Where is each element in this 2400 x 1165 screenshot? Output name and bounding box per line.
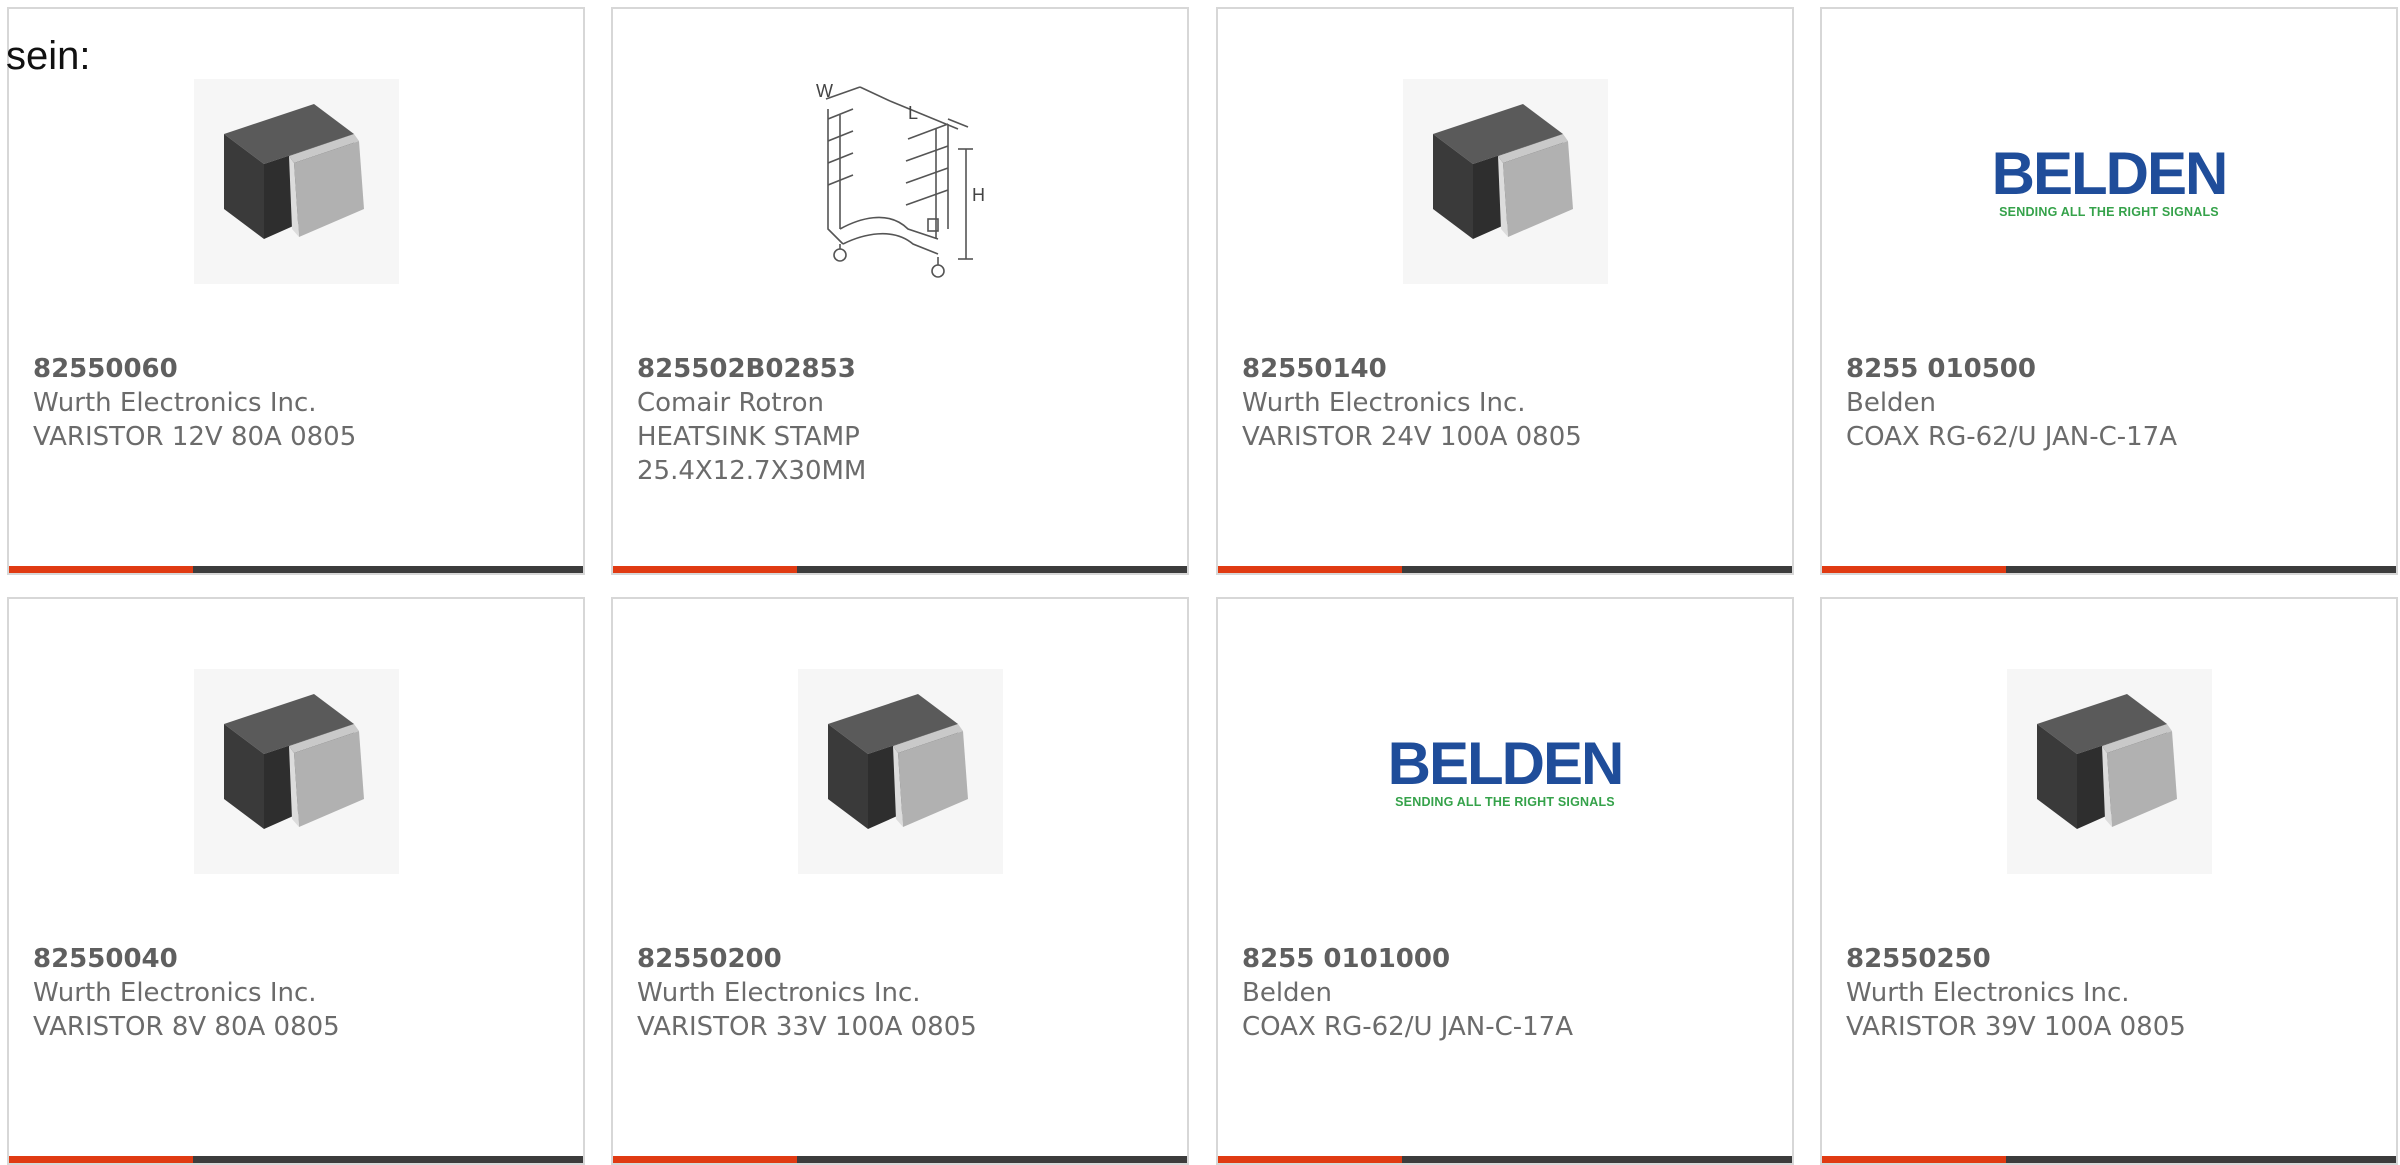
heatsink-label-w: W — [816, 81, 833, 101]
product-card[interactable]: 82550140 Wurth Electronics Inc. VARISTOR… — [1216, 7, 1794, 575]
progress-bar — [613, 1156, 1187, 1163]
product-card[interactable]: 82550040 Wurth Electronics Inc. VARISTOR… — [7, 597, 585, 1165]
description: VARISTOR 8V 80A 0805 — [33, 1012, 340, 1042]
product-image: BELDEN SENDING ALL THE RIGHT SIGNALS — [1822, 79, 2396, 284]
product-card[interactable]: 82550250 Wurth Electronics Inc. VARISTOR… — [1820, 597, 2398, 1165]
progress-fill — [1822, 1156, 2006, 1163]
progress-bar — [1822, 566, 2396, 573]
progress-fill — [9, 566, 193, 573]
product-card[interactable]: 82550200 Wurth Electronics Inc. VARISTOR… — [611, 597, 1189, 1165]
description: VARISTOR 12V 80A 0805 — [33, 422, 357, 452]
progress-bar — [1218, 566, 1792, 573]
smd-chip-icon — [1402, 79, 1608, 284]
product-meta: 82550140 Wurth Electronics Inc. VARISTOR… — [1242, 352, 1768, 454]
product-image: W L H — [613, 79, 1187, 284]
progress-fill — [613, 1156, 797, 1163]
product-image — [1218, 79, 1792, 284]
heatsink-label-h: H — [972, 185, 985, 205]
part-number[interactable]: 82550140 — [1242, 352, 1768, 386]
product-image — [613, 669, 1187, 874]
description: HEATSINK STAMP — [637, 422, 860, 452]
progress-fill — [613, 566, 797, 573]
heatsink-label-l: L — [908, 103, 918, 123]
product-meta: 82550040 Wurth Electronics Inc. VARISTOR… — [33, 942, 559, 1044]
product-meta: 82550200 Wurth Electronics Inc. VARISTOR… — [637, 942, 1163, 1044]
product-card[interactable]: 82550060 Wurth Electronics Inc. VARISTOR… — [7, 7, 585, 575]
intro-text: sein: — [6, 34, 91, 78]
belden-logo: BELDEN SENDING ALL THE RIGHT SIGNALS — [1991, 140, 2229, 220]
description: 25.4X12.7X30MM — [637, 456, 867, 486]
progress-bar — [1218, 1156, 1792, 1163]
manufacturer: Wurth Electronics Inc. — [637, 978, 921, 1008]
belden-logo-tagline: SENDING ALL THE RIGHT SIGNALS — [1999, 205, 2219, 219]
belden-logo-tagline: SENDING ALL THE RIGHT SIGNALS — [1395, 795, 1615, 809]
product-image — [1822, 669, 2396, 874]
smd-chip-icon — [797, 669, 1003, 874]
product-card[interactable]: BELDEN SENDING ALL THE RIGHT SIGNALS 825… — [1820, 7, 2398, 575]
product-image — [9, 79, 583, 284]
product-meta: 825502B02853 Comair Rotron HEATSINK STAM… — [637, 352, 1163, 488]
description: VARISTOR 24V 100A 0805 — [1242, 422, 1582, 452]
description: VARISTOR 39V 100A 0805 — [1846, 1012, 2186, 1042]
belden-logo-word: BELDEN — [1387, 730, 1625, 797]
progress-fill — [9, 1156, 193, 1163]
part-number[interactable]: 825502B02853 — [637, 352, 1163, 386]
part-number[interactable]: 82550250 — [1846, 942, 2372, 976]
progress-fill — [1218, 566, 1402, 573]
belden-logo: BELDEN SENDING ALL THE RIGHT SIGNALS — [1387, 730, 1625, 810]
progress-bar — [9, 566, 583, 573]
description: COAX RG-62/U JAN-C-17A — [1846, 422, 2177, 452]
manufacturer: Wurth Electronics Inc. — [33, 978, 317, 1008]
manufacturer: Belden — [1242, 978, 1333, 1008]
product-meta: 8255 0101000 Belden COAX RG-62/U JAN-C-1… — [1242, 942, 1768, 1044]
progress-bar — [1822, 1156, 2396, 1163]
manufacturer: Comair Rotron — [637, 388, 825, 418]
progress-fill — [1822, 566, 2006, 573]
progress-fill — [1218, 1156, 1402, 1163]
manufacturer: Wurth Electronics Inc. — [1242, 388, 1526, 418]
part-number[interactable]: 8255 0101000 — [1242, 942, 1768, 976]
product-image — [9, 669, 583, 874]
product-image: BELDEN SENDING ALL THE RIGHT SIGNALS — [1218, 669, 1792, 874]
part-number[interactable]: 8255 010500 — [1846, 352, 2372, 386]
part-number[interactable]: 82550200 — [637, 942, 1163, 976]
belden-logo-word: BELDEN — [1991, 140, 2229, 207]
description: COAX RG-62/U JAN-C-17A — [1242, 1012, 1573, 1042]
manufacturer: Wurth Electronics Inc. — [33, 388, 317, 418]
description: VARISTOR 33V 100A 0805 — [637, 1012, 977, 1042]
progress-bar — [9, 1156, 583, 1163]
product-meta: 8255 010500 Belden COAX RG-62/U JAN-C-17… — [1846, 352, 2372, 454]
product-card[interactable]: BELDEN SENDING ALL THE RIGHT SIGNALS 825… — [1216, 597, 1794, 1165]
product-meta: 82550060 Wurth Electronics Inc. VARISTOR… — [33, 352, 559, 454]
product-meta: 82550250 Wurth Electronics Inc. VARISTOR… — [1846, 942, 2372, 1044]
part-number[interactable]: 82550060 — [33, 352, 559, 386]
part-number[interactable]: 82550040 — [33, 942, 559, 976]
progress-bar — [613, 566, 1187, 573]
manufacturer: Belden — [1846, 388, 1937, 418]
heatsink-drawing-icon: W L H — [816, 81, 985, 278]
manufacturer: Wurth Electronics Inc. — [1846, 978, 2130, 1008]
smd-chip-icon — [193, 79, 399, 284]
smd-chip-icon — [2006, 669, 2212, 874]
smd-chip-icon — [193, 669, 399, 874]
product-card[interactable]: W L H 825502B02853 Comair Rotron HEATSIN… — [611, 7, 1189, 575]
